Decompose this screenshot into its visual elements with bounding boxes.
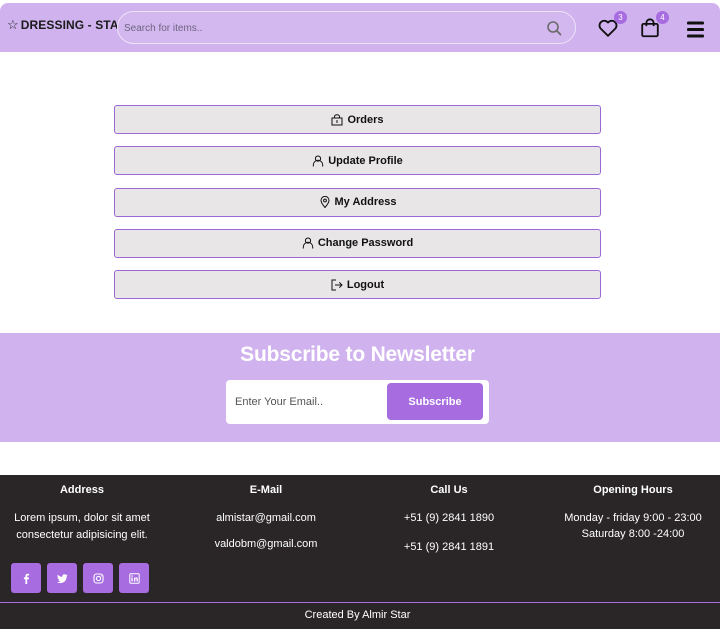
search-bar xyxy=(117,11,576,44)
linkedin-icon xyxy=(128,572,140,584)
logout-label: Logout xyxy=(346,278,385,291)
footer-phone-link[interactable]: +51 (9) 2841 1891 xyxy=(370,539,528,556)
footer-email-column: E-Mail almistar@gmail.com valdobm@gmail.… xyxy=(186,484,346,553)
footer-hours-line: Saturday 8:00 -24:00 xyxy=(581,528,685,540)
cart-count-badge: 4 xyxy=(656,11,669,24)
user-icon xyxy=(313,155,324,167)
footer-address-heading: Address xyxy=(59,484,105,496)
instagram-icon xyxy=(92,572,104,584)
site-footer: Address Lorem ipsum, dolor sit amet cons… xyxy=(0,475,720,629)
footer-address-column: Address Lorem ipsum, dolor sit amet cons… xyxy=(0,484,164,544)
my-address-button[interactable]: My Address xyxy=(114,187,601,217)
hamburger-menu-icon xyxy=(687,21,704,38)
brand-logo[interactable]: ☆ DRESSING - STAR xyxy=(7,17,127,33)
footer-hours-heading: Opening Hours xyxy=(593,484,673,496)
change-password-label: Change Password xyxy=(317,237,414,250)
orders-button[interactable]: Orders xyxy=(114,105,601,134)
newsletter-email-input[interactable] xyxy=(235,393,375,411)
my-address-label: My Address xyxy=(334,196,397,209)
footer-call-column: Call Us +51 (9) 2841 1890 +51 (9) 2841 1… xyxy=(370,484,528,556)
search-input[interactable] xyxy=(124,19,534,37)
cart-button[interactable]: 4 xyxy=(639,11,669,39)
change-password-button[interactable]: Change Password xyxy=(114,228,601,258)
facebook-button[interactable] xyxy=(11,563,41,593)
star-icon: ☆ xyxy=(7,17,19,32)
footer-divider xyxy=(0,602,720,603)
orders-label: Orders xyxy=(347,113,384,126)
footer-email-link[interactable]: almistar@gmail.com xyxy=(186,510,346,527)
menu-button[interactable] xyxy=(685,19,707,41)
twitter-icon xyxy=(56,573,68,583)
footer-call-heading: Call Us xyxy=(430,484,468,496)
top-navbar: ☆ DRESSING - STAR 3 4 xyxy=(0,3,720,52)
footer-address-text: Lorem ipsum, dolor sit amet consectetur … xyxy=(14,512,150,541)
facebook-icon xyxy=(23,573,29,584)
instagram-button[interactable] xyxy=(83,563,113,593)
newsletter-title: Subscribe to Newsletter xyxy=(240,343,475,366)
footer-email-heading: E-Mail xyxy=(249,484,283,496)
logout-icon xyxy=(331,279,343,291)
shopping-bag-icon xyxy=(331,113,343,125)
social-links xyxy=(11,563,149,593)
footer-email-link[interactable]: valdobm@gmail.com xyxy=(186,536,346,553)
brand-name: DRESSING - STAR xyxy=(20,18,128,32)
footer-hours-column: Opening Hours Monday - friday 9:00 - 23:… xyxy=(552,484,714,542)
update-profile-label: Update Profile xyxy=(328,154,403,167)
footer-phone-link[interactable]: +51 (9) 2841 1890 xyxy=(370,510,528,527)
twitter-button[interactable] xyxy=(47,563,77,593)
logout-button[interactable]: Logout xyxy=(114,270,601,300)
footer-hours-line: Monday - friday 9:00 - 23:00 xyxy=(564,512,702,524)
wishlist-button[interactable]: 3 xyxy=(597,11,627,39)
footer-credit: Created By Almir Star xyxy=(304,609,411,621)
newsletter-section: Subscribe to Newsletter Subscribe xyxy=(0,333,720,442)
subscribe-button[interactable]: Subscribe xyxy=(387,383,483,420)
map-pin-icon xyxy=(320,196,330,209)
wishlist-count-badge: 3 xyxy=(614,11,627,24)
account-menu: Orders Update Profile My Address Change … xyxy=(114,105,601,311)
newsletter-form: Subscribe xyxy=(226,380,489,424)
linkedin-button[interactable] xyxy=(119,563,149,593)
search-icon[interactable] xyxy=(546,20,562,36)
user-icon xyxy=(302,237,314,249)
update-profile-button[interactable]: Update Profile xyxy=(114,146,601,176)
